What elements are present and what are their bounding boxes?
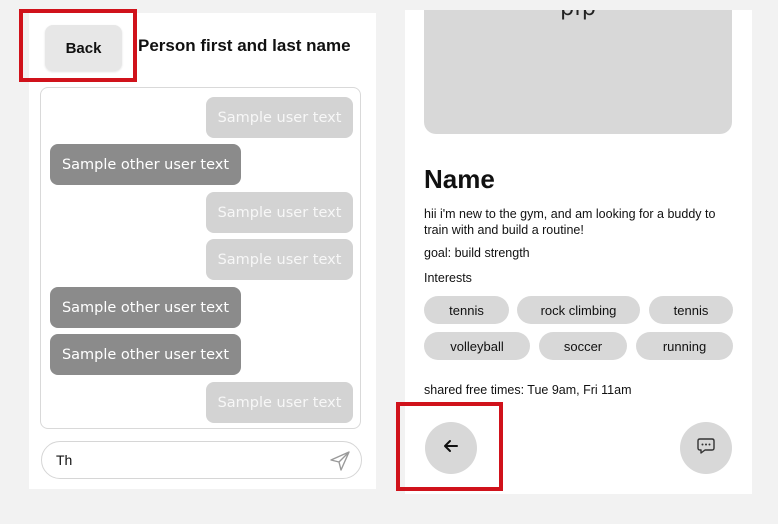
profile-goal: goal: build strength (424, 246, 530, 260)
message-input-value: Th (56, 452, 73, 468)
interest-chip: volleyball (424, 332, 530, 360)
message-bubble-self: Sample user text (206, 192, 353, 233)
shared-free-times: shared free times: Tue 9am, Fri 11am (424, 383, 632, 397)
profile-photo: pfp (424, 10, 732, 134)
message-input[interactable]: Th (41, 441, 362, 479)
profile-bio: hii i'm new to the gym, and am looking f… (424, 207, 716, 237)
interest-chip: running (636, 332, 733, 360)
chat-bubble-icon (696, 436, 716, 461)
highlight-box-back (19, 9, 137, 82)
message-bubble-self: Sample user text (206, 382, 353, 423)
profile-photo-label: pfp (424, 10, 732, 21)
message-list[interactable]: Sample user text Sample other user text … (40, 87, 361, 429)
interest-chip: tennis (424, 296, 509, 324)
profile-name: Name (424, 164, 495, 194)
interest-chip: rock climbing (517, 296, 640, 324)
interest-chip: tennis (649, 296, 733, 324)
interest-chip: soccer (539, 332, 627, 360)
interests-heading: Interests (424, 271, 472, 285)
message-bubble-other: Sample other user text (50, 334, 241, 375)
send-icon[interactable] (329, 450, 351, 472)
message-bubble-other: Sample other user text (50, 287, 241, 328)
chat-screen: Back Person first and last name Sample u… (29, 13, 376, 489)
highlight-box-back-arrow (396, 402, 503, 491)
message-bubble-other: Sample other user text (50, 144, 241, 185)
message-button[interactable] (680, 422, 732, 474)
message-bubble-self: Sample user text (206, 239, 353, 280)
message-bubble-self: Sample user text (206, 97, 353, 138)
chat-title: Person first and last name (138, 36, 351, 55)
